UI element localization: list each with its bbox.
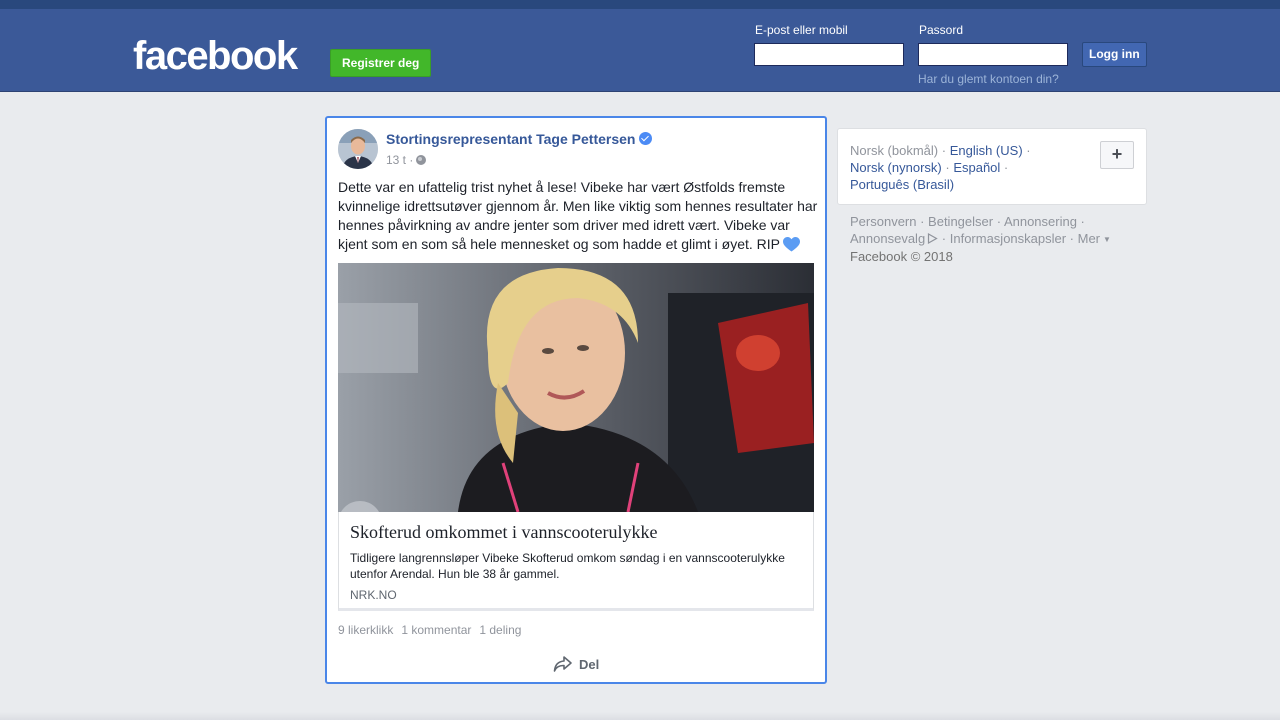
current-language: Norsk (bokmål) <box>850 143 939 158</box>
password-label: Passord <box>919 23 964 37</box>
author-name[interactable]: Stortingsrepresentant Tage Pettersen <box>386 131 653 147</box>
link-description: Tidligere langrennsløper Vibeke Skofteru… <box>350 551 785 581</box>
register-button[interactable]: Registrer deg <box>330 49 432 77</box>
avatar-image <box>338 129 378 169</box>
share-button[interactable]: Del <box>553 655 599 673</box>
language-portuguese[interactable]: Português (Brasil) <box>850 177 954 192</box>
author-name-text[interactable]: Stortingsrepresentant Tage Pettersen <box>386 131 635 147</box>
login-button[interactable]: Logg inn <box>1082 42 1147 67</box>
top-strip <box>0 0 1280 9</box>
language-nynorsk[interactable]: Norsk (nynorsk) <box>850 160 942 175</box>
email-field[interactable] <box>754 43 904 66</box>
caret-down-icon: ▼ <box>1103 235 1111 244</box>
footer-ad-choices[interactable]: Annonsevalg <box>850 231 925 246</box>
link-title[interactable]: Skofterud omkommet i vannscooterulykke <box>350 522 657 543</box>
password-field[interactable] <box>918 43 1068 66</box>
facebook-logo[interactable]: facebook <box>133 34 298 78</box>
blue-heart-icon <box>782 237 800 252</box>
language-english[interactable]: English (US) <box>950 143 1023 158</box>
header-bar: facebook Registrer deg E-post eller mobi… <box>0 9 1280 92</box>
language-list: Norsk (bokmål) · English (US) · Norsk (n… <box>850 143 1031 192</box>
verified-badge-icon <box>639 132 653 145</box>
footer-terms[interactable]: Betingelser <box>928 214 993 229</box>
bottom-shade <box>0 712 1280 720</box>
footer-privacy[interactable]: Personvern <box>850 214 916 229</box>
article-photo <box>338 263 814 512</box>
post-body: Dette var en ufattelig trist nyhet å les… <box>338 179 818 252</box>
post-time[interactable]: 13 t · <box>386 153 413 167</box>
post-text: Dette var en ufattelig trist nyhet å les… <box>338 178 818 254</box>
link-preview-box[interactable]: Skofterud omkommet i vannscooterulykke T… <box>338 512 814 611</box>
language-selector: Norsk (bokmål) · English (US) · Norsk (n… <box>837 128 1147 205</box>
likes-count[interactable]: 9 likerklikk <box>338 623 393 637</box>
author-avatar[interactable] <box>338 129 378 169</box>
forgot-account-link[interactable]: Har du glemt kontoen din? <box>918 72 1059 86</box>
share-label[interactable]: Del <box>579 657 599 672</box>
share-arrow-icon <box>553 656 572 672</box>
link-preview-image[interactable] <box>338 263 814 512</box>
copyright: Facebook © 2018 <box>850 249 953 264</box>
post-card: Stortingsrepresentant Tage Pettersen 13 … <box>325 116 827 684</box>
link-domain: NRK.NO <box>350 588 397 602</box>
post-stats: 9 likerklikk 1 kommentar 1 deling <box>338 623 529 637</box>
footer-advertising[interactable]: Annonsering <box>1004 214 1077 229</box>
globe-icon <box>416 155 427 165</box>
ad-choices-icon <box>928 232 938 245</box>
footer-links: Personvern · Betingelser · Annonsering ·… <box>850 214 1111 264</box>
more-languages-button[interactable]: + <box>1100 141 1134 169</box>
footer-more[interactable]: Mer <box>1078 231 1100 246</box>
shares-count[interactable]: 1 deling <box>479 623 521 637</box>
footer-cookies[interactable]: Informasjonskapsler <box>950 231 1066 246</box>
comments-count[interactable]: 1 kommentar <box>401 623 471 637</box>
post-meta: 13 t · <box>386 153 427 167</box>
email-label: E-post eller mobil <box>755 23 848 37</box>
language-spanish[interactable]: Español <box>953 160 1000 175</box>
